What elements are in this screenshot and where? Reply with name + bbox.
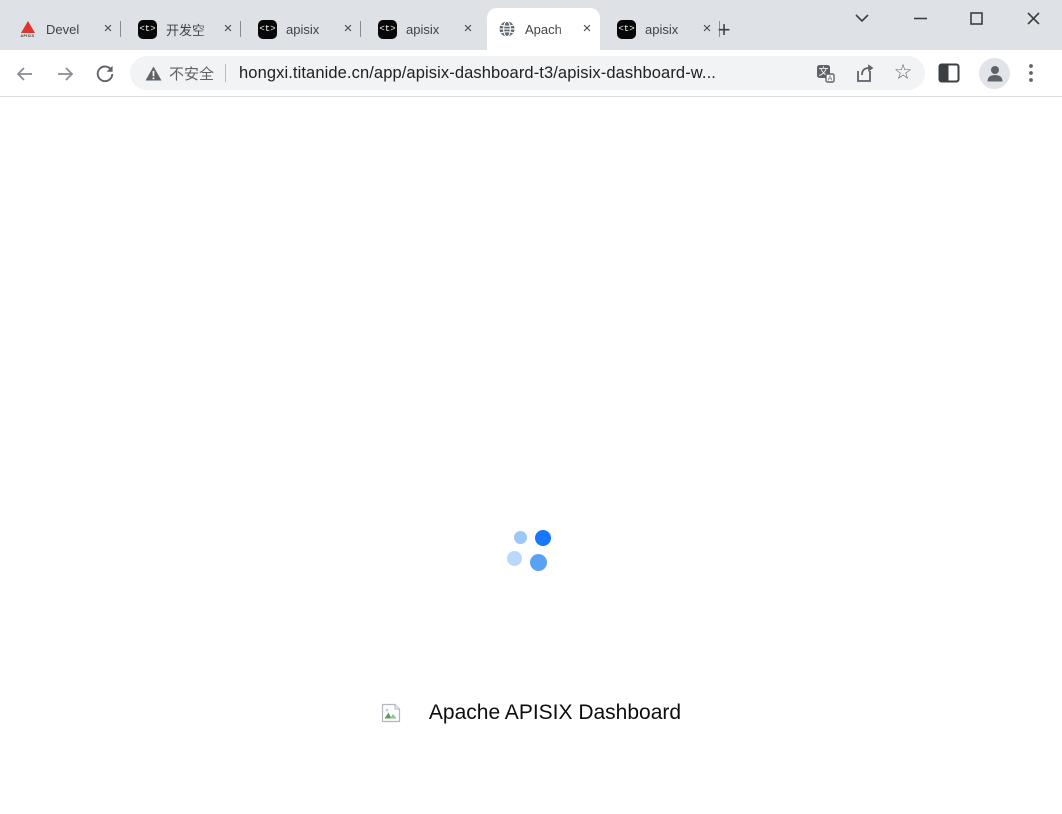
- spinner-dot: [507, 551, 522, 566]
- tab-label: apisix: [286, 22, 337, 37]
- titanide-favicon-icon: <t>: [378, 20, 397, 39]
- tab-label: apisix: [406, 22, 457, 37]
- kebab-menu-icon: [1029, 64, 1033, 82]
- apisix-logo-icon: APISIX: [18, 20, 37, 39]
- browser-menu-button[interactable]: [1029, 50, 1033, 96]
- avatar: [979, 58, 1010, 89]
- tab-search-chevron-button[interactable]: [841, 2, 883, 34]
- tab-label: Devel: [46, 22, 97, 37]
- apisix-triangle: [21, 21, 35, 33]
- browser-toolbar: 不安全 hongxi.titanide.cn/app/apisix-dashbo…: [0, 50, 1062, 96]
- page-title: Apache APISIX Dashboard: [429, 701, 681, 725]
- reload-button[interactable]: [92, 61, 118, 87]
- maximize-button[interactable]: [955, 2, 997, 34]
- globe-icon: [497, 20, 516, 39]
- translate-icon: 文 A: [815, 63, 836, 84]
- close-icon: [1027, 12, 1040, 25]
- tab-label: apisix: [645, 22, 696, 37]
- page-content: Apache APISIX Dashboard: [0, 97, 1062, 814]
- tab-label: 开发空: [166, 20, 217, 39]
- broken-image-icon: [381, 703, 401, 723]
- bookmark-star-button[interactable]: ☆: [891, 61, 915, 85]
- tab-apisix-1[interactable]: <t> apisix ×: [248, 8, 361, 50]
- chevron-down-icon: [855, 14, 869, 22]
- tab-apache-active[interactable]: Apach ×: [487, 8, 600, 50]
- share-button[interactable]: [852, 61, 876, 85]
- browser-tab-strip: APISIX Devel × <t> 开发空 × <t> apisix × <t…: [0, 0, 1062, 50]
- forward-button[interactable]: [52, 61, 78, 87]
- loading-spinner: [504, 528, 554, 576]
- star-icon: ☆: [894, 62, 913, 84]
- profile-button[interactable]: [979, 50, 1010, 96]
- spinner-dot: [535, 530, 551, 546]
- svg-text:A: A: [827, 74, 832, 82]
- side-panel-icon: [938, 63, 960, 83]
- side-panel-button[interactable]: [938, 50, 960, 96]
- tab-close-icon[interactable]: ×: [578, 20, 596, 38]
- tab-apisix-2[interactable]: <t> apisix ×: [368, 8, 481, 50]
- titanide-favicon-icon: <t>: [258, 20, 277, 39]
- person-icon: [985, 63, 1005, 83]
- not-secure-label: 不安全: [169, 63, 214, 84]
- tab-close-icon[interactable]: ×: [99, 20, 117, 38]
- translate-button[interactable]: 文 A: [813, 61, 837, 85]
- spinner-dot: [530, 554, 547, 571]
- close-window-button[interactable]: [1012, 2, 1054, 34]
- brand-row: Apache APISIX Dashboard: [0, 701, 1062, 725]
- address-bar[interactable]: 不安全 hongxi.titanide.cn/app/apisix-dashbo…: [130, 56, 925, 90]
- reload-icon: [94, 63, 116, 85]
- not-secure-warning-icon: [145, 66, 162, 81]
- back-arrow-icon: [14, 63, 36, 85]
- tab-close-icon[interactable]: ×: [339, 20, 357, 38]
- titanide-favicon-icon: <t>: [138, 20, 157, 39]
- tab-close-icon[interactable]: ×: [219, 20, 237, 38]
- spinner-dot: [514, 531, 527, 544]
- tab-apisix-3[interactable]: <t> apisix ×: [607, 8, 720, 50]
- tab-close-icon[interactable]: ×: [459, 20, 477, 38]
- minimize-icon: [914, 17, 927, 20]
- tab-label: Apach: [525, 22, 576, 37]
- forward-arrow-icon: [54, 63, 76, 85]
- minimize-button[interactable]: [899, 2, 941, 34]
- url-text[interactable]: hongxi.titanide.cn/app/apisix-dashboard-…: [239, 64, 798, 83]
- share-icon: [853, 62, 875, 84]
- tab-kaifa[interactable]: <t> 开发空 ×: [128, 8, 241, 50]
- new-tab-button[interactable]: +: [710, 16, 738, 44]
- back-button[interactable]: [12, 61, 38, 87]
- tab-devel[interactable]: APISIX Devel ×: [8, 8, 121, 50]
- maximize-icon: [970, 12, 983, 25]
- titanide-favicon-icon: <t>: [617, 20, 636, 39]
- omnibox-divider: [225, 64, 226, 82]
